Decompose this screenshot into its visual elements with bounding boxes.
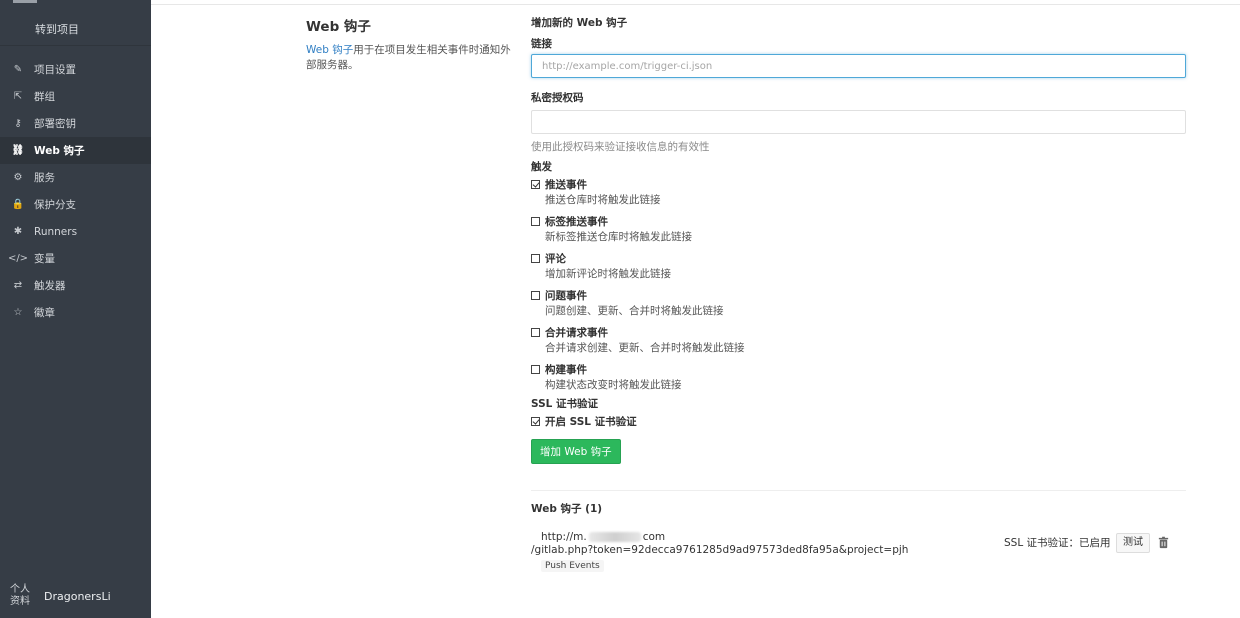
trigger-label: 触发	[531, 161, 552, 173]
share-icon: ⇱	[13, 91, 23, 102]
sidebar-item-6[interactable]: 🔒 保护分支	[0, 191, 151, 218]
add-webhook-button[interactable]: 增加 Web 钩子	[531, 439, 621, 464]
webhooks-doc-link[interactable]: Web 钩子	[306, 44, 353, 56]
trigger-label-text: 评论	[545, 253, 566, 265]
retweet-icon: ⇄	[13, 280, 23, 291]
trigger-checkbox[interactable]	[531, 217, 540, 226]
sidebar-item-5[interactable]: ⚙ 服务	[0, 164, 151, 191]
trigger-description: 问题创建、更新、合并时将触发此链接	[545, 305, 724, 317]
trigger-checkbox-row[interactable]: 合并请求事件	[531, 325, 1186, 340]
sidebar-top-stub	[13, 0, 37, 3]
profile-link[interactable]: 个人资料 DragonersLi	[0, 574, 151, 618]
sidebar-item-label: 部署密钥	[34, 118, 76, 130]
webhook-url-host: http://m. com	[541, 529, 908, 544]
trigger-checkbox-row[interactable]: 评论	[531, 251, 1186, 266]
trigger-option: 构建事件构建状态改变时将触发此链接	[531, 362, 1186, 392]
trigger-option: 问题事件问题创建、更新、合并时将触发此链接	[531, 288, 1186, 318]
trigger-option: 推送事件推送仓库时将触发此链接	[531, 177, 1186, 207]
intro-panel: Web 钩子 Web 钩子用于在项目发生相关事件时通知外部服务器。	[306, 15, 511, 73]
ssl-verify-label: 开启 SSL 证书验证	[545, 416, 637, 428]
webhook-url-prefix: http://m.	[541, 530, 587, 543]
webhooks-list-title: Web 钩子 (1)	[531, 503, 603, 515]
trigger-description: 新标签推送仓库时将触发此链接	[545, 231, 692, 243]
back-to-project-link[interactable]: 转到项目	[0, 13, 151, 46]
section-divider	[531, 490, 1186, 491]
sidebar-item-4[interactable]: ⛓ Web 钩子	[0, 137, 151, 164]
sidebar-item-label: 服务	[34, 172, 55, 184]
sidebar: 转到项目 ✎ 项目设置 ⇱ 群组 ⚷ 部署密钥 ⛓ Web 钩子 ⚙ 服务 🔒 保护分支 ✱ Runner…	[0, 0, 151, 618]
secret-token-input[interactable]	[531, 110, 1186, 134]
trigger-description: 合并请求创建、更新、合并时将触发此链接	[545, 342, 745, 354]
link-icon: ⛓	[11, 145, 25, 156]
webhook-url-suffix: com	[642, 530, 666, 543]
sidebar-nav: ✎ 项目设置 ⇱ 群组 ⚷ 部署密钥 ⛓ Web 钩子 ⚙ 服务 🔒 保护分支 ✱ Runners </> 变…	[0, 56, 151, 326]
top-divider	[151, 4, 1240, 5]
lock-icon: 🔒	[11, 199, 25, 210]
gear-icon: ✱	[13, 226, 23, 237]
star-icon: ☆	[13, 307, 23, 318]
form-section-title: 增加新的 Web 钩子	[531, 17, 628, 29]
sidebar-item-label: 保护分支	[34, 199, 76, 211]
trigger-label-text: 推送事件	[545, 179, 587, 191]
test-webhook-button[interactable]: 测试	[1116, 533, 1150, 553]
trigger-label-text: 合并请求事件	[545, 327, 608, 339]
sidebar-item-label: Web 钩子	[34, 145, 85, 157]
trigger-label-text: 构建事件	[545, 364, 587, 376]
webhook-url-path: /gitlab.php?token=92decca9761285d9ad9757…	[531, 544, 909, 556]
trigger-checkbox[interactable]	[531, 180, 540, 189]
ssl-verify-option[interactable]: 开启 SSL 证书验证	[531, 414, 1186, 429]
trigger-checkbox[interactable]	[531, 254, 540, 263]
username: DragonersLi	[44, 589, 111, 603]
sidebar-item-label: 徽章	[34, 307, 55, 319]
trigger-checkbox-row[interactable]: 推送事件	[531, 177, 1186, 192]
profile-label: 个人资料	[10, 584, 30, 607]
webhook-item: http://m. com /gitlab.php?token=92decca9…	[531, 529, 908, 572]
ssl-verify-checkbox[interactable]	[531, 417, 540, 426]
sidebar-item-3[interactable]: ⚷ 部署密钥	[0, 110, 151, 137]
sidebar-item-label: 群组	[34, 91, 55, 103]
trigger-option: 评论增加新评论时将触发此链接	[531, 251, 1186, 281]
sidebar-item-1[interactable]: ✎ 项目设置	[0, 56, 151, 83]
trigger-option: 合并请求事件合并请求创建、更新、合并时将触发此链接	[531, 325, 1186, 355]
secret-token-hint: 使用此授权码来验证接收信息的有效性	[531, 141, 710, 153]
sidebar-item-9[interactable]: ⇄ 触发器	[0, 272, 151, 299]
page-title: Web 钩子	[306, 19, 371, 35]
sidebar-item-label: 变量	[34, 253, 55, 265]
trigger-label-text: 问题事件	[545, 290, 587, 302]
ssl-label: SSL 证书验证	[531, 398, 598, 410]
url-label: 链接	[531, 38, 552, 50]
sidebar-item-8[interactable]: </> 变量	[0, 245, 151, 272]
secret-token-label: 私密授权码	[531, 92, 584, 104]
trigger-checkbox[interactable]	[531, 365, 540, 374]
trigger-checkbox[interactable]	[531, 291, 540, 300]
key-icon: ⚷	[14, 118, 22, 129]
sidebar-item-label: 触发器	[34, 280, 66, 292]
webhook-ssl-status: SSL 证书验证：已启用	[1004, 537, 1111, 549]
code-icon: </>	[7, 253, 29, 264]
trigger-label-text: 标签推送事件	[545, 216, 608, 228]
intro-text: Web 钩子用于在项目发生相关事件时通知外部服务器。	[306, 43, 511, 73]
sidebar-item-2[interactable]: ⇱ 群组	[0, 83, 151, 110]
trigger-description: 增加新评论时将触发此链接	[545, 268, 671, 280]
trigger-checkbox-row[interactable]: 标签推送事件	[531, 214, 1186, 229]
redacted-blur	[588, 531, 641, 542]
sidebar-item-7[interactable]: ✱ Runners	[0, 218, 151, 245]
add-webhook-form: 增加新的 Web 钩子 链接 私密授权码 使用此授权码来验证接收信息的有效性 触…	[531, 15, 1186, 464]
trigger-list: 推送事件推送仓库时将触发此链接 标签推送事件新标签推送仓库时将触发此链接 评论增加新…	[531, 177, 1186, 392]
trigger-option: 标签推送事件新标签推送仓库时将触发此链接	[531, 214, 1186, 244]
trigger-checkbox-row[interactable]: 问题事件	[531, 288, 1186, 303]
trigger-description: 构建状态改变时将触发此链接	[545, 379, 682, 391]
sidebar-item-label: Runners	[34, 225, 78, 238]
sidebar-item-10[interactable]: ☆ 徽章	[0, 299, 151, 326]
sidebar-item-label: 项目设置	[34, 64, 76, 76]
cogs-icon: ⚙	[13, 172, 23, 183]
trigger-checkbox-row[interactable]: 构建事件	[531, 362, 1186, 377]
edit-icon: ✎	[13, 64, 23, 75]
trigger-checkbox[interactable]	[531, 328, 540, 337]
trash-icon[interactable]	[1157, 536, 1170, 549]
trigger-description: 推送仓库时将触发此链接	[545, 194, 661, 206]
webhook-event-badge: Push Events	[541, 560, 604, 572]
url-input[interactable]	[531, 54, 1186, 78]
